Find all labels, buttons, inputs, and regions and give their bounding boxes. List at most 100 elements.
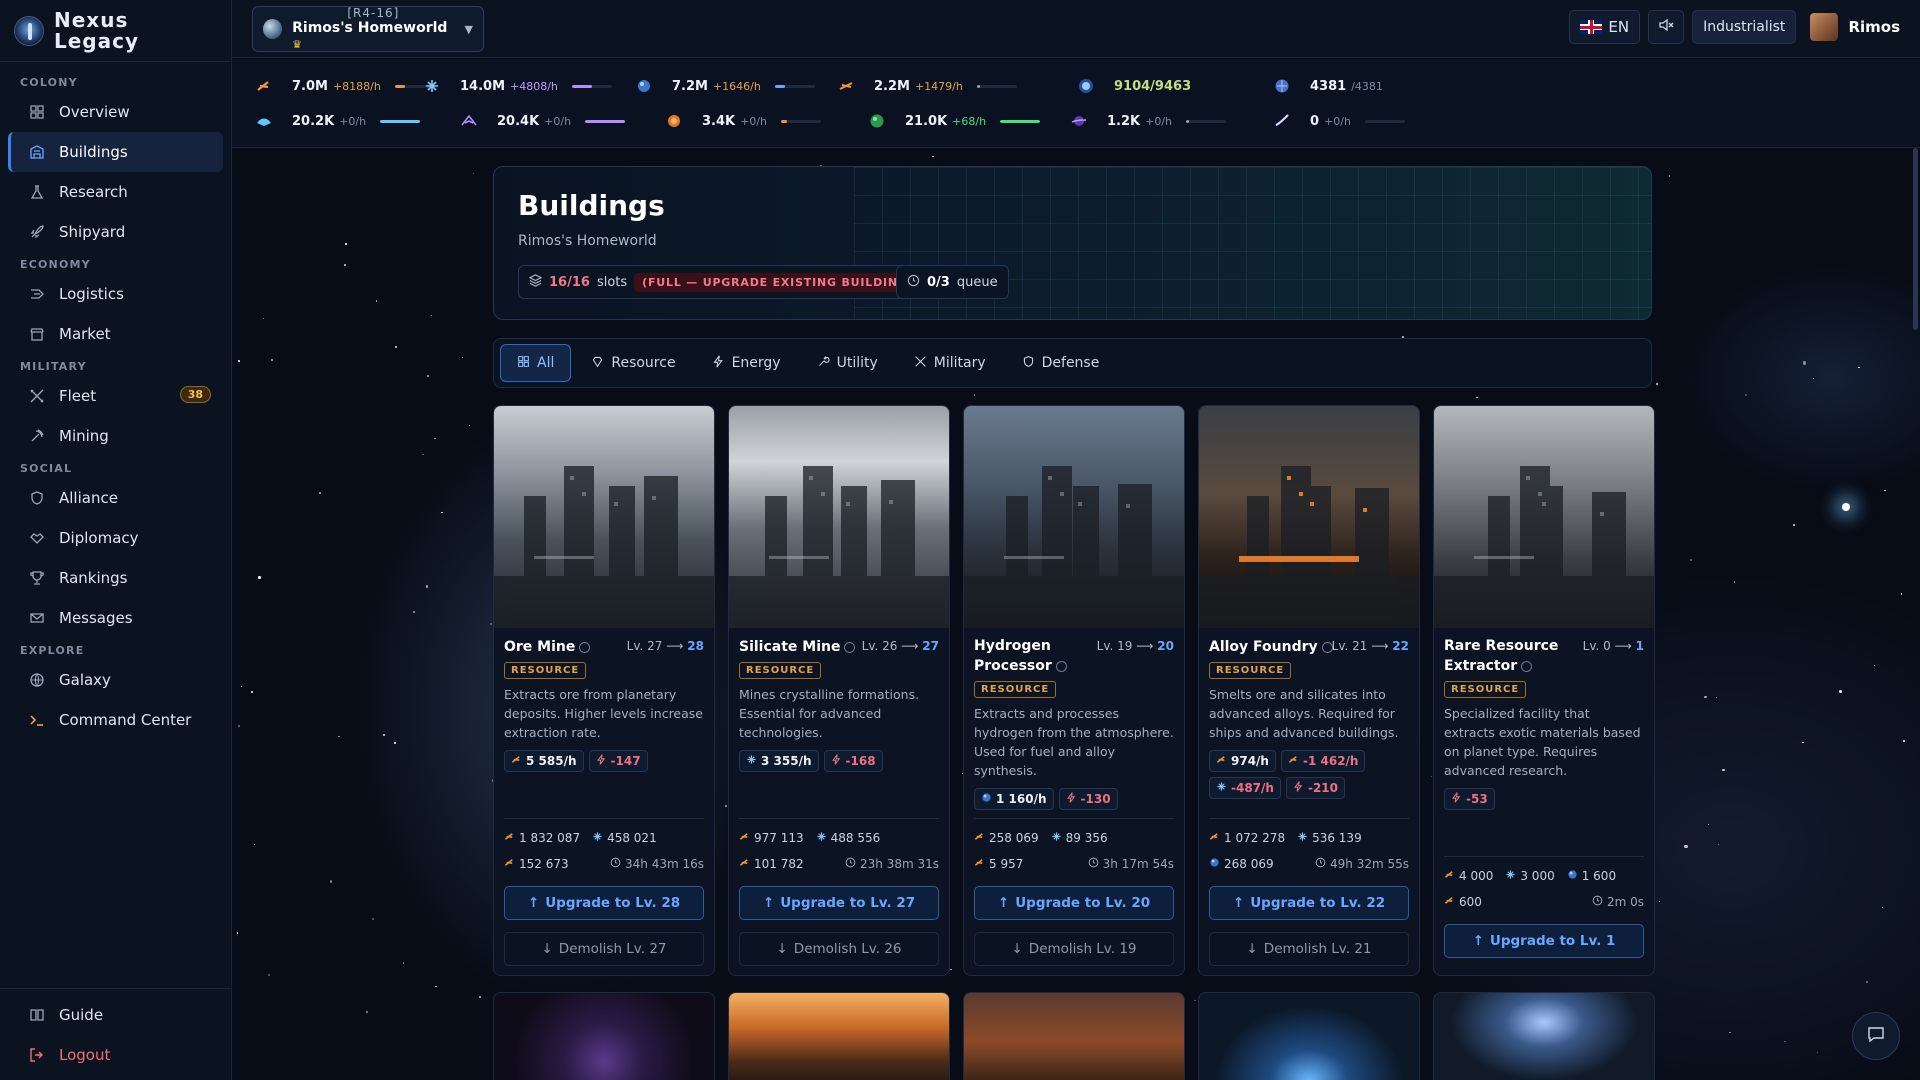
cost-value: 258 069 [989,831,1039,845]
resource-value: 7.0M [292,78,328,94]
sidebar-item-command-center[interactable]: Command Center [8,700,223,740]
building-card-ore-mine[interactable]: Ore Mine Lv. 27 ⟶ 28 RESOURCE Extracts o… [493,405,715,976]
current-level: Lv. 27 [626,639,663,653]
star [973,394,976,396]
building-card-alloy-foundry[interactable]: Alloy Foundry Lv. 21 ⟶ 22 RESOURCE Smelt… [1198,405,1420,976]
upgrade-button[interactable]: ↑ Upgrade to Lv. 20 [974,886,1174,920]
building-description: Extracts and processes hydrogen from the… [974,706,1174,778]
info-icon[interactable] [579,641,591,653]
tab-energy[interactable]: Energy [696,344,797,382]
resource-biomass[interactable]: 21.0K +68/h [865,109,1041,133]
upgrade-button[interactable]: ↑ Upgrade to Lv. 28 [504,886,704,920]
resource-population[interactable]: 4381 /4381 [1270,74,1383,98]
sidebar-item-fleet[interactable]: Fleet 38 [8,376,223,416]
resource-dark-matter[interactable]: 1.2K +0/h [1067,109,1227,133]
resource-ship-part[interactable]: 20.2K +0/h [252,109,421,133]
sidebar-item-alliance[interactable]: Alliance [8,478,223,518]
clock-icon [1592,895,1603,909]
planet-icon [263,19,283,39]
cost-item: 268 069 [1209,857,1274,871]
sidebar-item-label: Command Center [59,711,192,729]
planet-selector[interactable]: [R4-16] Rimos's Homeworld ♛ ▼ [252,6,484,52]
demolish-button[interactable]: ↓ Demolish Lv. 19 [974,932,1174,966]
building-card-row2[interactable] [1198,992,1420,1080]
page-scrollbar[interactable] [1913,148,1918,330]
sidebar-item-logout[interactable]: Logout [8,1035,223,1075]
chat-button[interactable] [1852,1012,1900,1060]
star [472,172,475,175]
sidebar: Nexus Legacy COLONY Overview Buildings Rese… [0,0,232,1080]
building-card-hydrogen-processor[interactable]: Hydrogen Processor Lv. 19 ⟶ 20 RESOURCE … [963,405,1185,976]
building-card-row2[interactable] [728,992,950,1080]
build-time-value: 34h 43m 16s [625,857,704,871]
building-name-text: Ore Mine [504,639,576,655]
cost-item: 152 673 [504,857,569,871]
info-icon[interactable] [1521,660,1533,672]
sidebar-item-market[interactable]: Market [8,314,223,354]
sidebar-item-diplomacy[interactable]: Diplomacy [8,518,223,558]
tab-label: Defense [1041,355,1100,371]
hydrogen-icon [1209,857,1220,871]
building-card-row2[interactable] [493,992,715,1080]
sidebar-item-logistics[interactable]: Logistics [8,274,223,314]
rank-badge[interactable]: Industrialist [1692,10,1797,44]
resource-alloy[interactable]: 2.2M +1479/h [834,74,1017,98]
info-icon[interactable] [1055,660,1067,672]
sidebar-item-guide[interactable]: Guide [8,995,223,1035]
resource-rate: /4381 [1351,79,1383,93]
upgrade-button[interactable]: ↑ Upgrade to Lv. 1 [1444,924,1644,958]
queue-indicator: 0/3 queue [896,265,1009,299]
building-card-row2[interactable] [1433,992,1655,1080]
user-menu[interactable]: Rimos [1810,13,1900,41]
building-card-rare-resource-extractor[interactable]: Rare Resource Extractor Lv. 0 ⟶ 1 RESOUR… [1433,405,1655,976]
arrow-up-icon: ↑ [1232,895,1245,911]
app-logo[interactable]: Nexus Legacy [0,0,231,62]
sidebar-item-overview[interactable]: Overview [8,92,223,132]
star [237,932,239,934]
demolish-button[interactable]: ↓ Demolish Lv. 26 [739,932,939,966]
info-icon[interactable] [844,641,856,653]
resource-value: 4381 [1310,78,1347,94]
star [1658,901,1660,903]
upgrade-label: Upgrade to Lv. 20 [1015,895,1151,911]
tab-utility[interactable]: Utility [801,344,894,382]
cost-item: 5 957 [974,857,1023,871]
arrow-right-icon: ⟶ [1614,639,1632,653]
build-time: 3h 17m 54s [1088,857,1174,871]
building-name: Hydrogen Processor [974,636,1104,676]
tab-defense[interactable]: Defense [1006,344,1116,382]
building-card-row2[interactable] [963,992,1185,1080]
sidebar-item-research[interactable]: Research [8,172,223,212]
sidebar-item-rankings[interactable]: Rankings [8,558,223,598]
resource-antimatter[interactable]: 20.4K +0/h [457,109,626,133]
upgrade-label: Upgrade to Lv. 27 [780,895,916,911]
ore-icon [974,857,985,871]
resource-artifact[interactable]: 0 +0/h [1270,109,1405,133]
tab-military[interactable]: Military [898,344,1002,382]
upgrade-button[interactable]: ↑ Upgrade to Lv. 22 [1209,886,1409,920]
resource-plasma[interactable]: 3.4K +0/h [662,109,822,133]
resource-hydrogen[interactable]: 7.2M +1646/h [632,74,815,98]
sidebar-item-shipyard[interactable]: Shipyard [8,212,223,252]
language-selector[interactable]: EN [1569,10,1641,44]
demolish-button[interactable]: ↓ Demolish Lv. 21 [1209,932,1409,966]
sidebar-item-mining[interactable]: Mining [8,416,223,456]
ship-part-icon [252,109,276,133]
upgrade-button[interactable]: ↑ Upgrade to Lv. 27 [739,886,939,920]
demolish-button[interactable]: ↓ Demolish Lv. 27 [504,932,704,966]
mute-button[interactable] [1648,10,1685,44]
star [490,623,492,625]
tab-resource[interactable]: Resource [575,344,691,382]
production-list: 974/h -1 462/h -487/h -210 [1209,750,1409,799]
building-card-silicate-mine[interactable]: Silicate Mine Lv. 26 ⟶ 27 RESOURCE Mines… [728,405,950,976]
tab-all[interactable]: All [500,344,572,382]
crystal-icon [1297,831,1308,845]
star [1704,695,1708,699]
sidebar-item-buildings[interactable]: Buildings [8,132,223,172]
sidebar-item-messages[interactable]: Messages [8,598,223,638]
resource-energy-orb[interactable]: 9104/9463 [1074,74,1196,98]
sidebar-item-galaxy[interactable]: Galaxy [8,660,223,700]
clock-icon [610,857,621,871]
resource-ore[interactable]: 7.0M +8188/h [252,74,435,98]
resource-crystal[interactable]: 14.0M +4808/h [420,74,612,98]
